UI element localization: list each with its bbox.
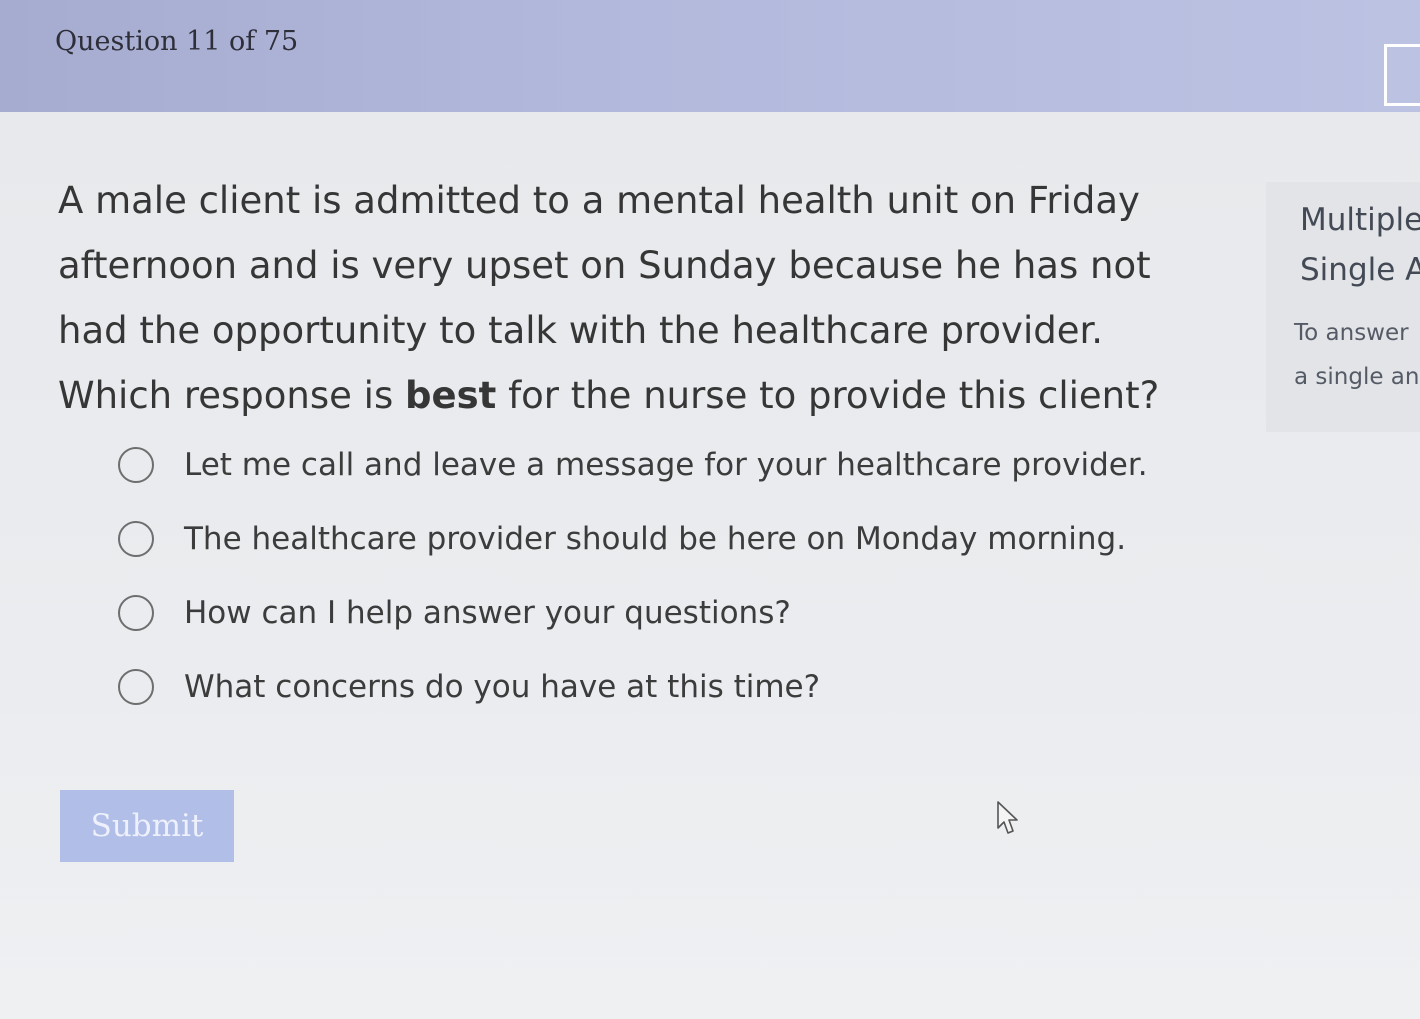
instructions-line-2: a single an xyxy=(1294,364,1420,390)
radio-circle-icon[interactable] xyxy=(118,521,154,557)
mouse-pointer-icon xyxy=(997,801,1018,834)
submit-button[interactable]: Submit xyxy=(60,790,234,862)
answer-options: Let me call and leave a message for your… xyxy=(118,428,1168,724)
question-counter: Question 11 of 75 xyxy=(55,26,299,57)
question-stem-emphasis: best xyxy=(405,374,497,417)
answer-option-label[interactable]: Let me call and leave a message for your… xyxy=(184,447,1148,483)
answer-option-3[interactable]: How can I help answer your questions? xyxy=(118,576,1168,650)
answer-option-4[interactable]: What concerns do you have at this time? xyxy=(118,650,1168,724)
radio-circle-icon[interactable] xyxy=(118,595,154,631)
instructions-line-1: To answer xyxy=(1294,320,1409,346)
radio-circle-icon[interactable] xyxy=(118,669,154,705)
question-type-panel: Multiple Single A To answer a single an xyxy=(1266,182,1420,432)
answer-option-label[interactable]: How can I help answer your questions? xyxy=(184,595,791,631)
answer-option-2[interactable]: The healthcare provider should be here o… xyxy=(118,502,1168,576)
question-stem: A male client is admitted to a mental he… xyxy=(58,168,1218,428)
answer-option-1[interactable]: Let me call and leave a message for your… xyxy=(118,428,1168,502)
question-type-subtitle: Single A xyxy=(1300,252,1420,288)
flag-box-icon[interactable] xyxy=(1384,44,1420,106)
question-type-title: Multiple xyxy=(1300,202,1420,238)
question-stem-text-end: for the nurse to provide this client? xyxy=(496,374,1160,417)
answer-option-label[interactable]: The healthcare provider should be here o… xyxy=(184,521,1126,557)
header-bar: Question 11 of 75 xyxy=(0,0,1420,112)
radio-circle-icon[interactable] xyxy=(118,447,154,483)
answer-option-label[interactable]: What concerns do you have at this time? xyxy=(184,669,820,705)
